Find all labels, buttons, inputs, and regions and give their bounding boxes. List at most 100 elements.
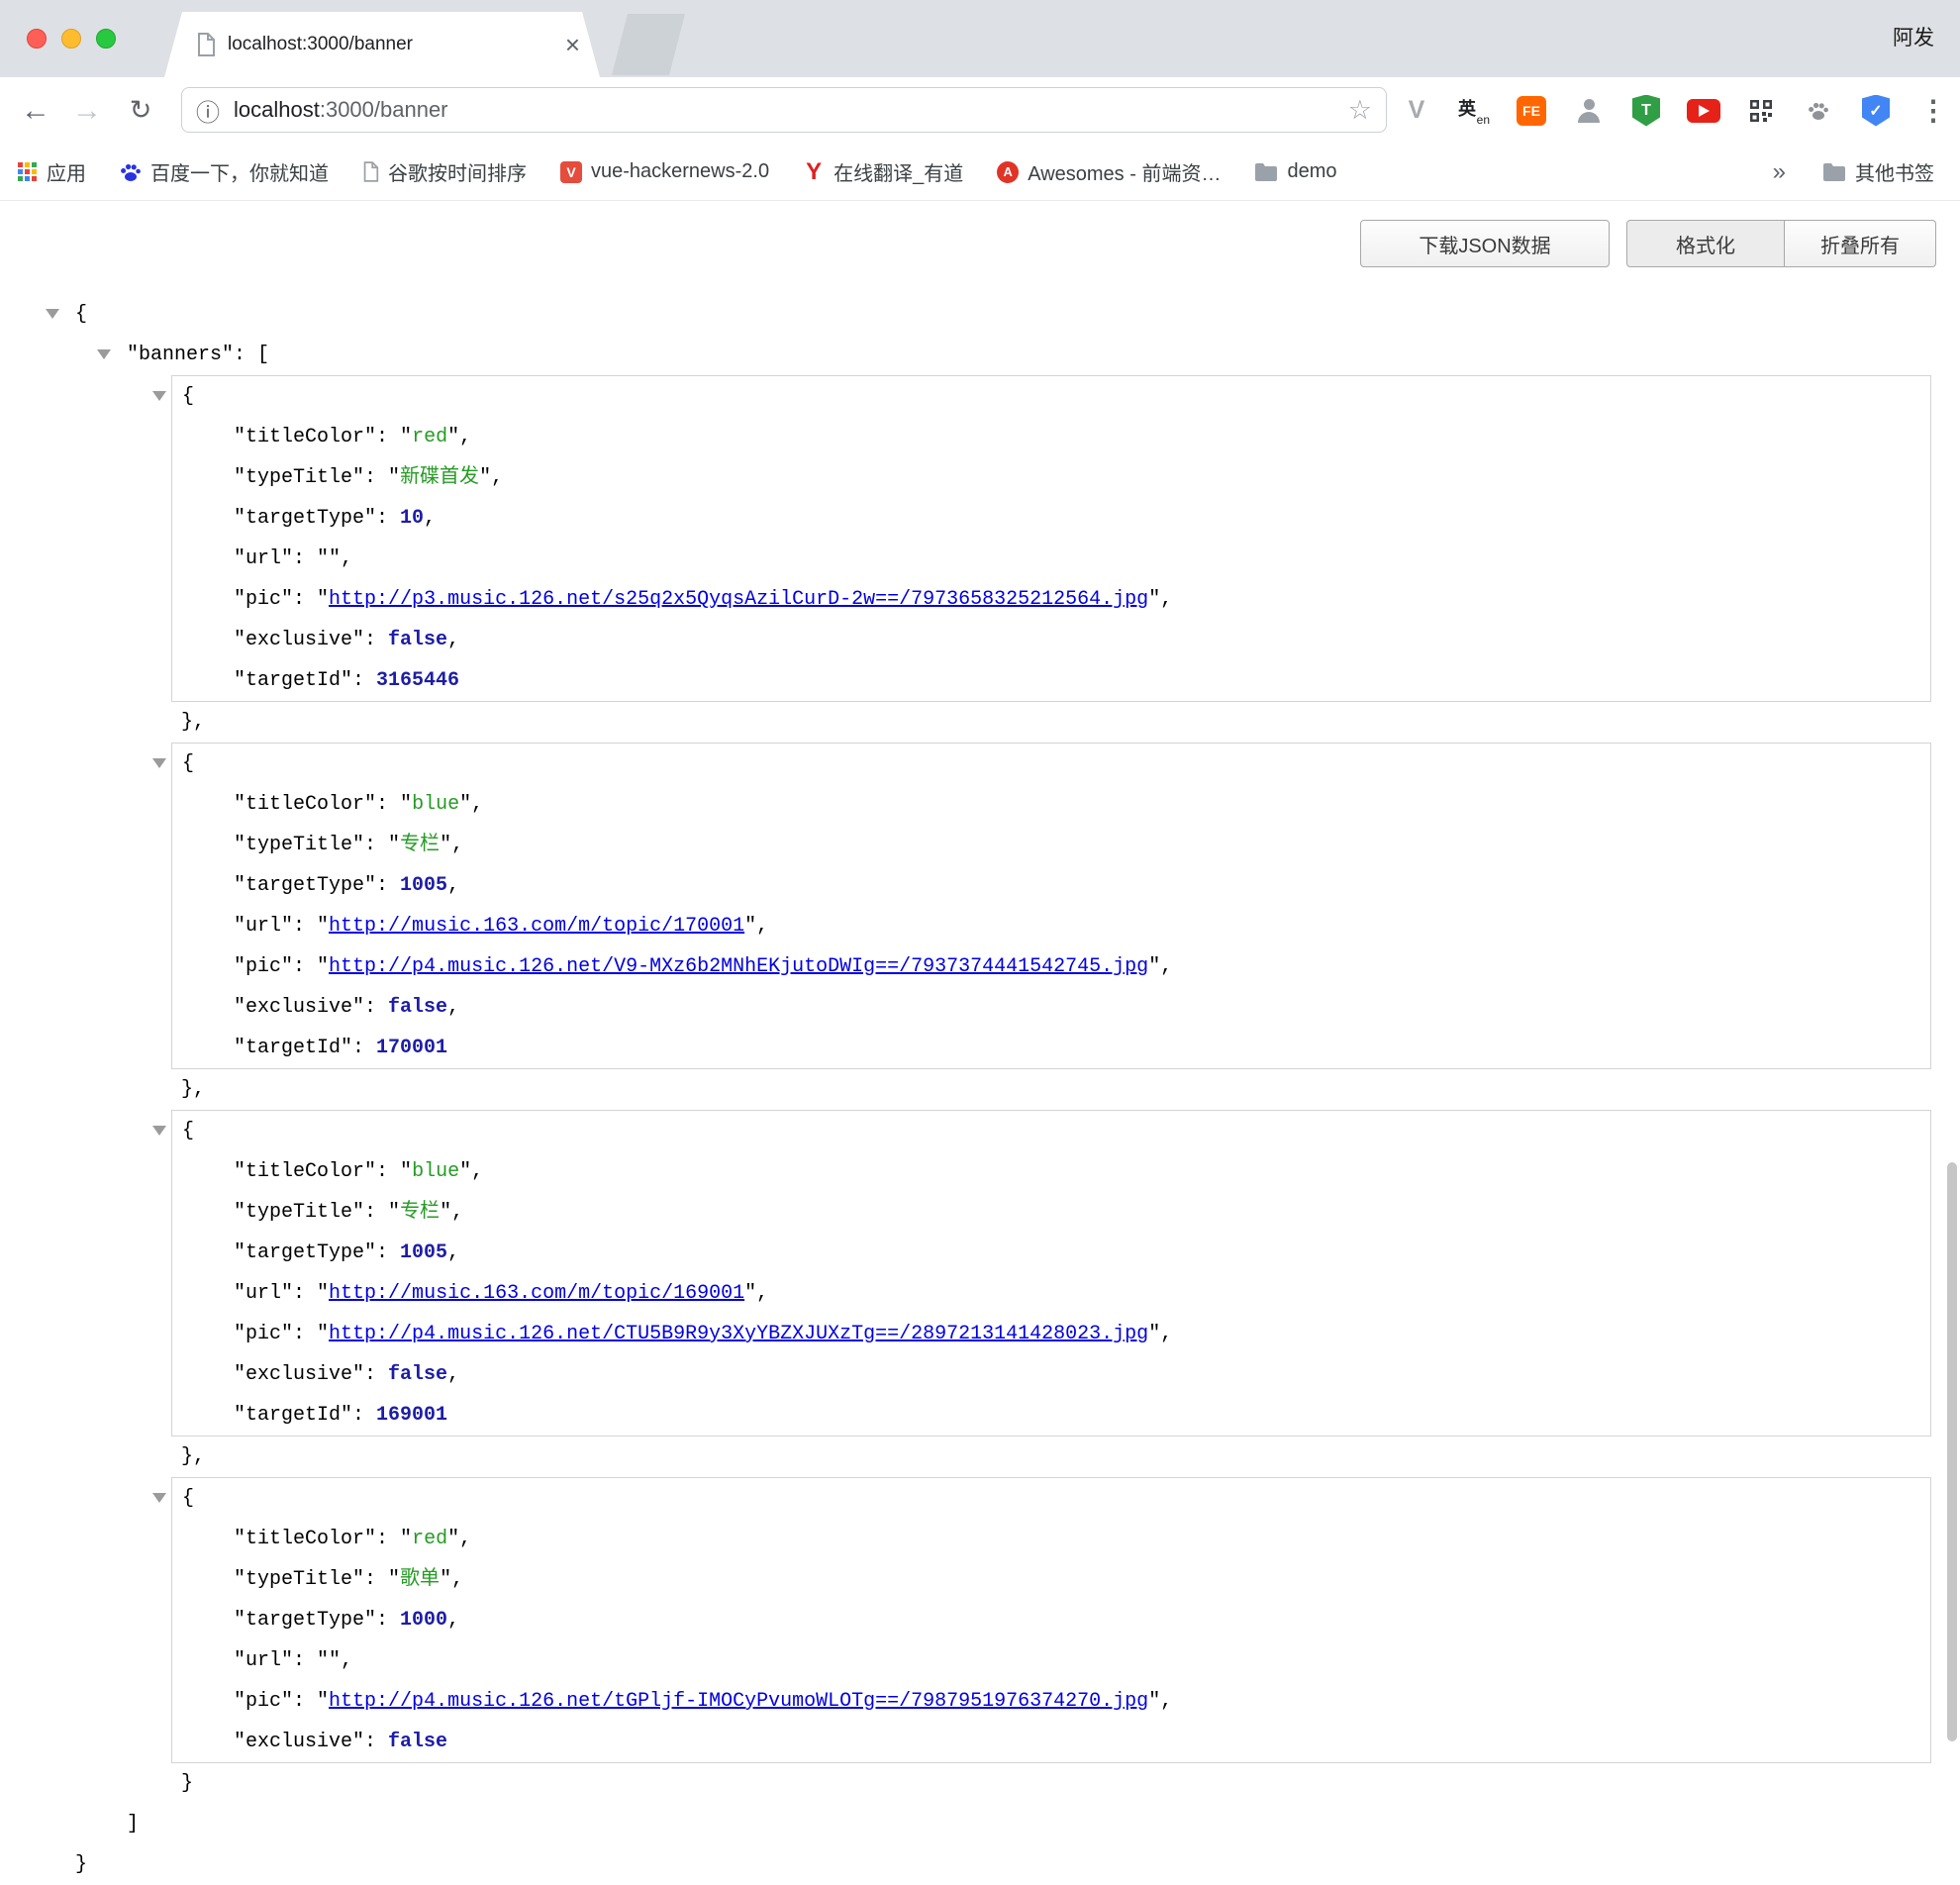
page-icon [196, 33, 216, 56]
fehelper-icon[interactable]: FE [1513, 88, 1550, 134]
scrollbar-thumb[interactable] [1947, 1162, 1957, 1741]
address-bar[interactable]: ⓘ localhost :3000/banner ☆ [181, 87, 1387, 133]
json-key: "targetId" [234, 1037, 352, 1059]
youtube-icon[interactable] [1685, 88, 1722, 134]
vue-devtools-icon[interactable]: V [1398, 88, 1435, 134]
json-punctuation: , [341, 1649, 352, 1672]
json-object-box: {"titleColor": "blue","typeTitle": "专栏",… [171, 743, 1931, 1069]
other-bookmarks-folder[interactable]: 其他书签 [1822, 157, 1934, 186]
back-button[interactable]: ← [12, 77, 59, 144]
json-line: "pic": "http://p4.music.126.net/tGPljf-I… [172, 1681, 1930, 1722]
json-punctuation: , [341, 547, 352, 570]
folder-icon [1822, 162, 1846, 182]
json-punctuation: " [1148, 588, 1160, 611]
json-line: "targetId": 170001 [172, 1028, 1930, 1068]
json-punctuation: } [75, 1853, 87, 1876]
browser-tab[interactable]: localhost:3000/banner × [164, 12, 600, 77]
security-shield-icon[interactable]: ✓ [1857, 88, 1895, 134]
format-button[interactable]: 格式化 [1626, 220, 1785, 267]
json-punctuation: " [400, 793, 412, 816]
json-punctuation: : [364, 1731, 388, 1753]
json-punctuation: " [744, 915, 756, 938]
json-string: blue [412, 1160, 459, 1183]
profile-name[interactable]: 阿发 [1893, 22, 1934, 51]
json-punctuation: " [400, 1160, 412, 1183]
json-punctuation: " [388, 834, 400, 856]
user-group-icon[interactable] [1570, 88, 1608, 134]
close-tab-icon[interactable]: × [565, 32, 580, 57]
collapse-toggle-icon[interactable] [46, 309, 59, 319]
json-line: "targetType": 1005, [172, 1233, 1930, 1273]
json-number: 170001 [376, 1037, 447, 1059]
close-window-button[interactable] [27, 29, 47, 49]
json-link[interactable]: http://music.163.com/m/topic/170001 [329, 915, 744, 938]
json-punctuation: " [317, 1690, 329, 1713]
json-punctuation: " [400, 426, 412, 448]
folder-icon [1254, 162, 1278, 182]
bookmark-star-icon[interactable]: ☆ [1348, 95, 1372, 126]
json-line: }, [0, 1069, 1944, 1110]
new-tab-button[interactable] [612, 14, 685, 75]
json-line: "typeTitle": "专栏", [172, 825, 1930, 865]
json-line: "pic": "http://p3.music.126.net/s25q2x5Q… [172, 579, 1930, 620]
json-link[interactable]: http://p4.music.126.net/V9-MXz6b2MNhEKju… [329, 955, 1148, 978]
browser-menu-icon[interactable]: ⋮ [1914, 88, 1952, 134]
json-punctuation: " [329, 1649, 341, 1672]
collapse-toggle-icon[interactable] [152, 1126, 166, 1136]
json-punctuation: " [459, 793, 471, 816]
collapse-toggle-icon[interactable] [97, 349, 111, 359]
json-key: "targetType" [234, 1241, 376, 1264]
bookmark-awesomes[interactable]: A Awesomes - 前端资… [997, 157, 1221, 186]
json-key: "titleColor" [234, 793, 376, 816]
json-punctuation: : [376, 1241, 400, 1264]
paw-icon[interactable] [1800, 88, 1837, 134]
json-punctuation: , [1160, 588, 1172, 611]
json-punctuation: : [364, 996, 388, 1019]
zoom-window-button[interactable] [96, 29, 116, 49]
json-link[interactable]: http://p4.music.126.net/CTU5B9R9y3XyYBZX… [329, 1323, 1148, 1345]
bookmark-youdao[interactable]: Y 在线翻译_有道 [803, 157, 963, 186]
json-punctuation: , [756, 1282, 768, 1305]
collapse-toggle-icon[interactable] [152, 758, 166, 768]
bookmarks-overflow-chevron[interactable]: » [1773, 158, 1786, 186]
json-key: "pic" [234, 588, 293, 611]
json-punctuation: ] [127, 1813, 139, 1835]
reload-button[interactable]: ↻ [117, 77, 164, 144]
json-string: red [412, 426, 447, 448]
json-punctuation: , [491, 466, 503, 489]
navigation-bar: ← → ↻ ⓘ localhost :3000/banner ☆ V 英en F… [0, 77, 1960, 144]
info-icon[interactable]: ⓘ [196, 93, 220, 128]
json-link[interactable]: http://p4.music.126.net/tGPljf-IMOCyPvum… [329, 1690, 1148, 1713]
bookmark-google-sort[interactable]: 谷歌按时间排序 [362, 157, 527, 186]
bookmark-vue-hackernews[interactable]: V vue-hackernews-2.0 [560, 160, 769, 183]
bookmark-baidu[interactable]: 百度一下，你就知道 [120, 157, 329, 186]
bookmark-apps[interactable]: 应用 [18, 157, 86, 186]
translate-icon[interactable]: 英en [1455, 88, 1493, 134]
json-punctuation: : [293, 1690, 317, 1713]
json-punctuation: " [479, 466, 491, 489]
tampermonkey-shield-icon[interactable]: T [1627, 88, 1665, 134]
forward-button[interactable]: → [63, 77, 111, 144]
minimize-window-button[interactable] [61, 29, 81, 49]
json-punctuation: , [447, 1609, 459, 1632]
json-line: { [172, 1111, 1930, 1151]
json-punctuation: , [447, 1363, 459, 1386]
json-punctuation: , [756, 915, 768, 938]
collapse-toggle-icon[interactable] [152, 1493, 166, 1503]
collapse-all-button[interactable]: 折叠所有 [1785, 220, 1936, 267]
json-punctuation: " [459, 1160, 471, 1183]
vue-square-icon: V [560, 161, 582, 183]
collapse-toggle-icon[interactable] [152, 391, 166, 401]
json-punctuation: { [182, 1120, 194, 1142]
apps-grid-icon [18, 162, 38, 182]
json-punctuation: , [471, 793, 483, 816]
json-link[interactable]: http://music.163.com/m/topic/169001 [329, 1282, 744, 1305]
json-number: 10 [400, 507, 424, 530]
json-punctuation: " [388, 1568, 400, 1591]
json-punctuation: }, [181, 1445, 205, 1468]
json-key: "pic" [234, 955, 293, 978]
download-json-button[interactable]: 下载JSON数据 [1360, 220, 1610, 267]
bookmark-demo-folder[interactable]: demo [1254, 160, 1336, 183]
qr-code-icon[interactable] [1742, 88, 1780, 134]
json-link[interactable]: http://p3.music.126.net/s25q2x5QyqsAzilC… [329, 588, 1148, 611]
